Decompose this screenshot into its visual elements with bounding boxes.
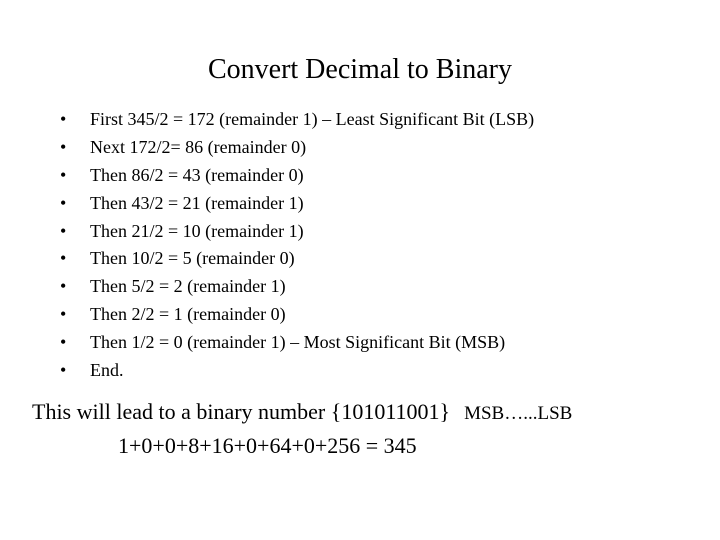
list-item: •First 345/2 = 172 (remainder 1) – Least… [60,106,720,134]
bullet-text: Then 43/2 = 21 (remainder 1) [90,190,304,218]
bullet-icon: • [60,329,90,357]
slide-title: Convert Decimal to Binary [0,0,720,106]
closing-main-text: This will lead to a binary number {10101… [32,395,450,429]
bullet-text: Then 1/2 = 0 (remainder 1) – Most Signif… [90,329,505,357]
bullet-text: Then 21/2 = 10 (remainder 1) [90,218,304,246]
list-item: •Next 172/2= 86 (remainder 0) [60,134,720,162]
bullet-text: Then 2/2 = 1 (remainder 0) [90,301,286,329]
list-item: •Then 43/2 = 21 (remainder 1) [60,190,720,218]
bullet-text: Then 10/2 = 5 (remainder 0) [90,245,295,273]
closing-line-2: 1+0+0+8+16+0+64+0+256 = 345 [32,429,720,463]
closing-line-1: This will lead to a binary number {10101… [32,395,720,429]
list-item: •End. [60,357,720,385]
closing-block: This will lead to a binary number {10101… [0,385,720,463]
bullet-text: Next 172/2= 86 (remainder 0) [90,134,306,162]
bullet-icon: • [60,162,90,190]
bullet-icon: • [60,134,90,162]
bullet-icon: • [60,273,90,301]
list-item: •Then 2/2 = 1 (remainder 0) [60,301,720,329]
bullet-text: End. [90,357,124,385]
list-item: •Then 10/2 = 5 (remainder 0) [60,245,720,273]
list-item: •Then 86/2 = 43 (remainder 0) [60,162,720,190]
bullet-icon: • [60,190,90,218]
list-item: •Then 1/2 = 0 (remainder 1) – Most Signi… [60,329,720,357]
bullet-text: Then 5/2 = 2 (remainder 1) [90,273,286,301]
bullet-icon: • [60,357,90,385]
slide: Convert Decimal to Binary •First 345/2 =… [0,0,720,540]
list-item: •Then 5/2 = 2 (remainder 1) [60,273,720,301]
list-item: •Then 21/2 = 10 (remainder 1) [60,218,720,246]
bullet-icon: • [60,301,90,329]
bullet-icon: • [60,106,90,134]
bullet-text: First 345/2 = 172 (remainder 1) – Least … [90,106,534,134]
bullet-text: Then 86/2 = 43 (remainder 0) [90,162,304,190]
bullet-icon: • [60,245,90,273]
closing-tail-text: MSB…...LSB [450,399,572,428]
bullet-icon: • [60,218,90,246]
bullet-list: •First 345/2 = 172 (remainder 1) – Least… [0,106,720,385]
